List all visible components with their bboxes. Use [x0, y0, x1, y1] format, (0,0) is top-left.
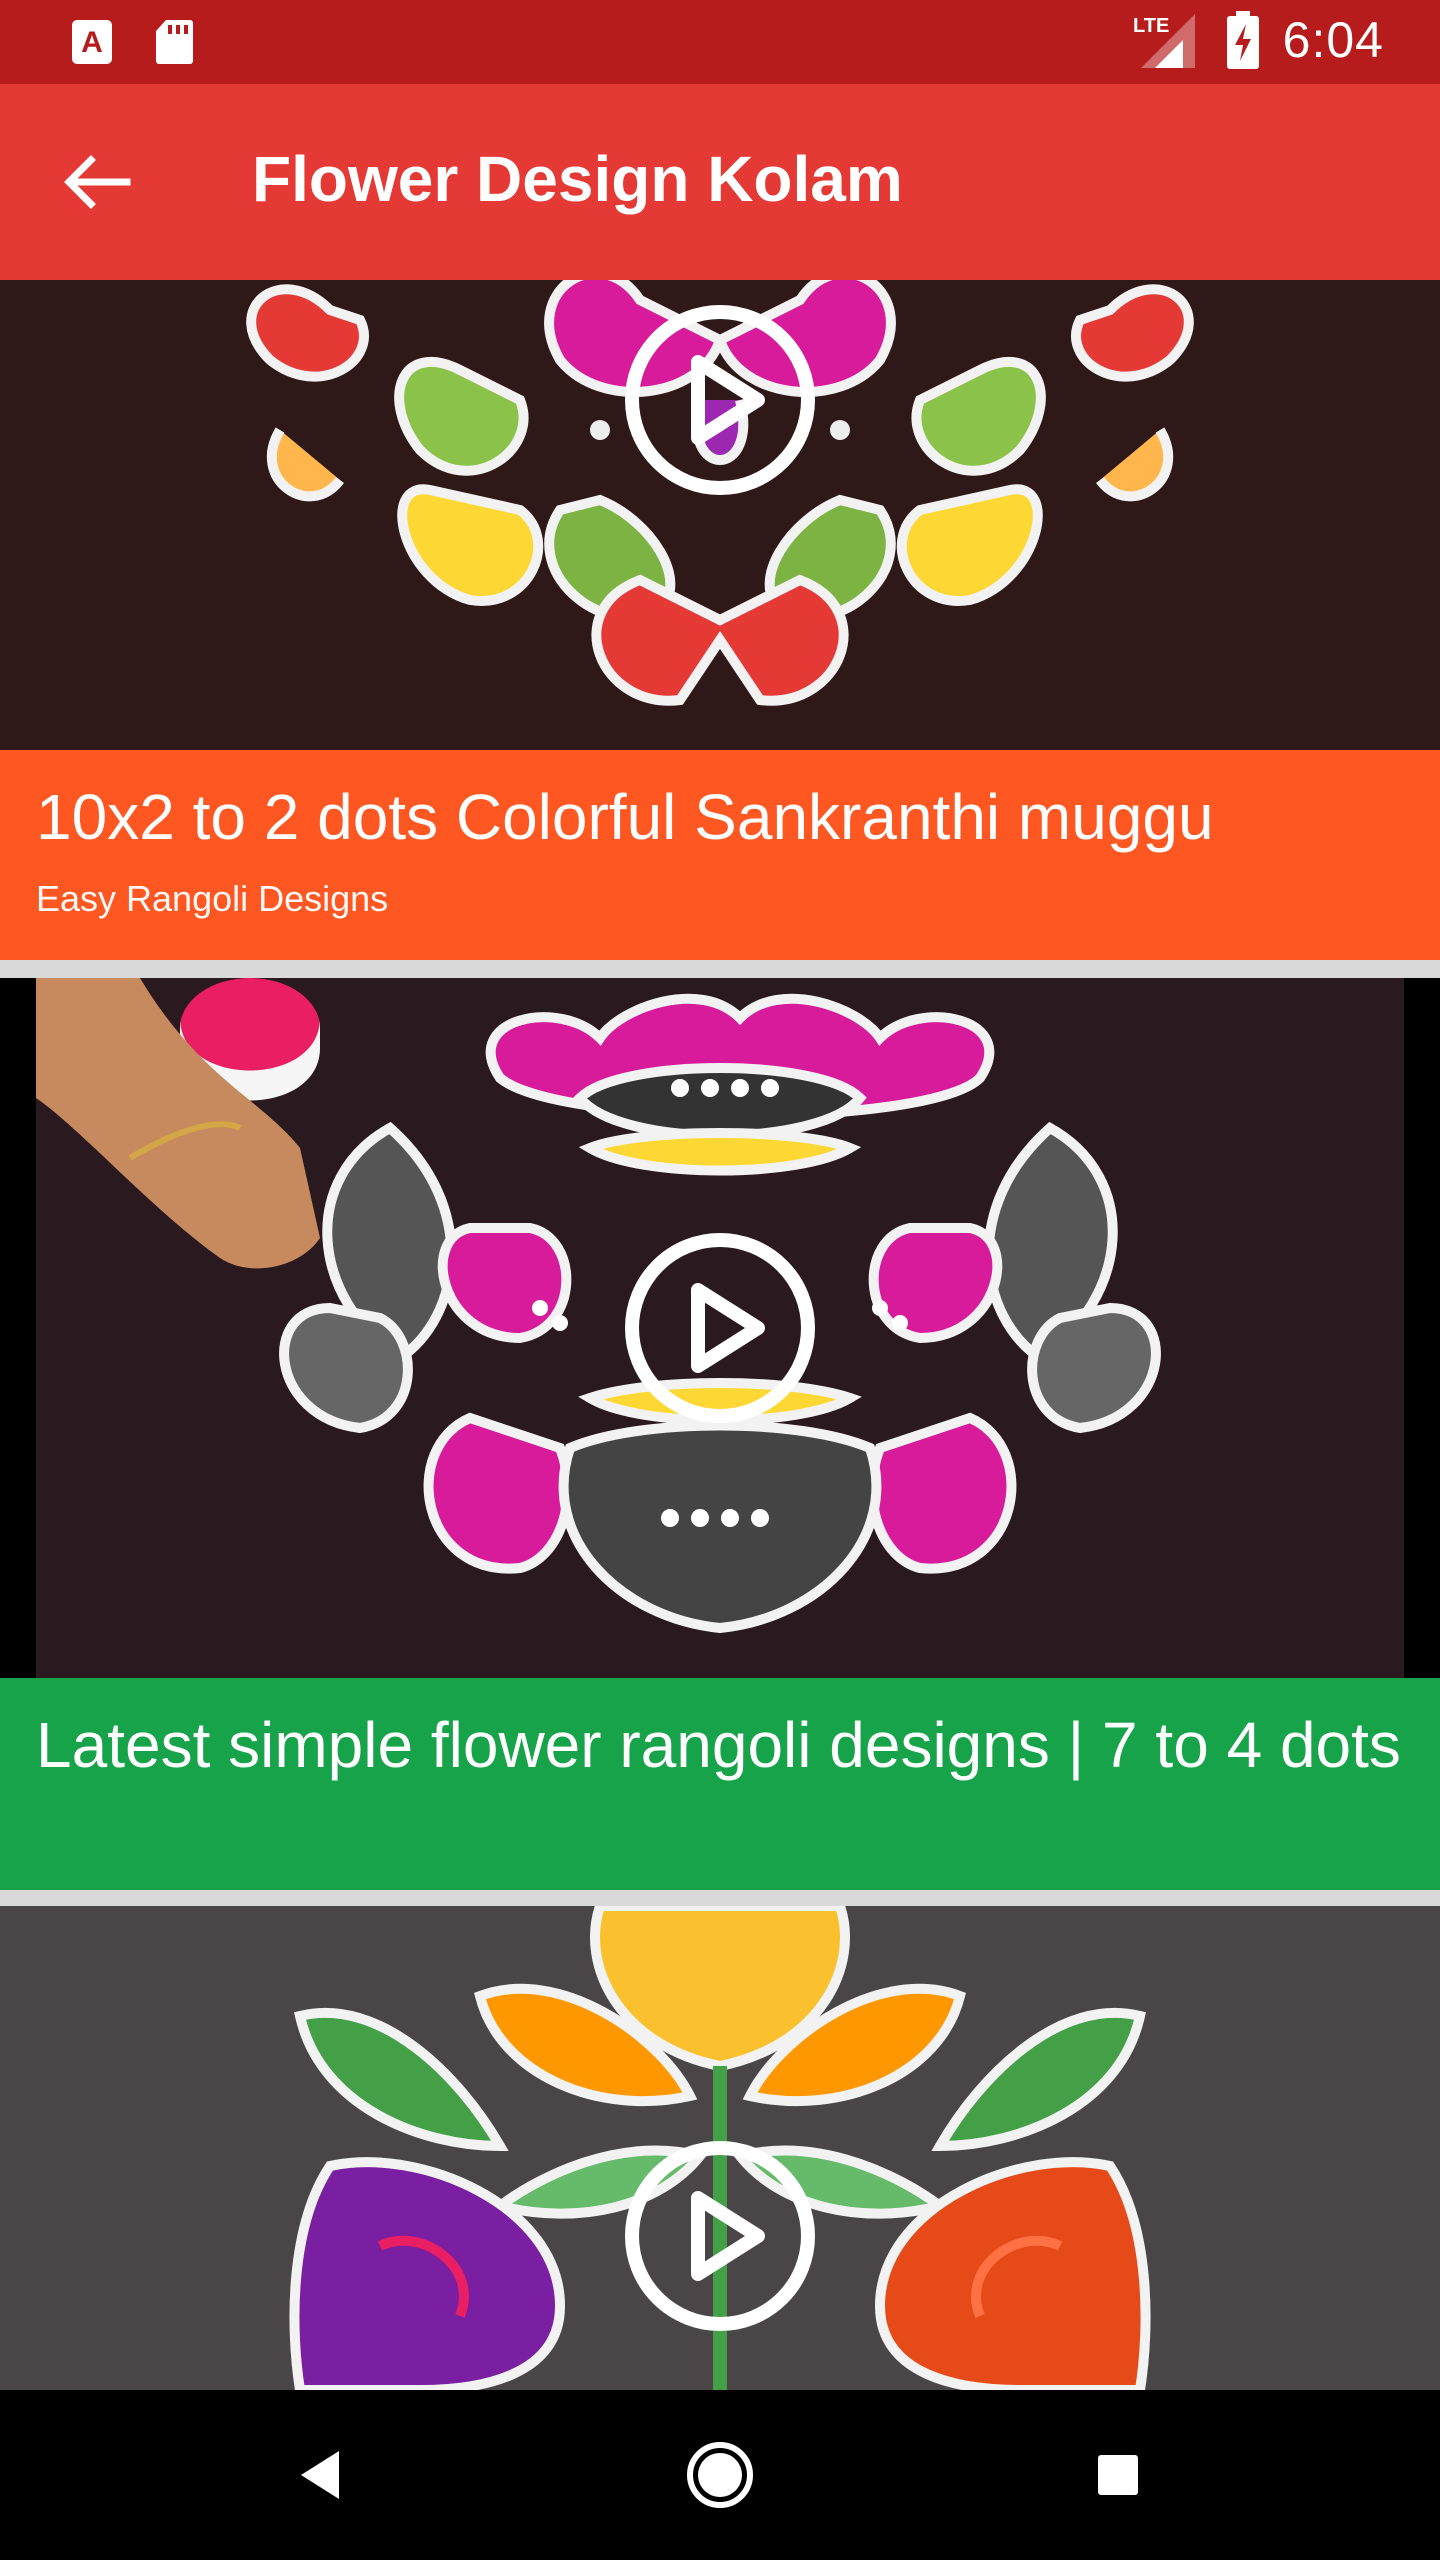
network-label: LTE	[1133, 15, 1169, 37]
video-card[interactable]: 10x2 to 2 dots Colorful Sankranthi muggu…	[0, 280, 1440, 960]
video-thumbnail[interactable]	[0, 1906, 1440, 2390]
play-icon[interactable]	[620, 1228, 820, 1428]
back-button[interactable]	[50, 136, 142, 228]
nav-back-icon	[301, 2451, 339, 2499]
video-card[interactable]	[0, 1906, 1440, 2390]
app-bar: Flower Design Kolam	[0, 84, 1440, 280]
channel-name: Easy Rangoli Designs	[36, 878, 389, 919]
lte-signal-icon: LTE	[1133, 14, 1195, 68]
nav-home-button[interactable]	[670, 2425, 770, 2525]
video-title: Latest simple flower rangoli designs | 7…	[36, 1709, 1401, 1781]
status-bar: A LTE 6:04	[0, 0, 1440, 84]
video-thumbnail[interactable]	[0, 280, 1440, 750]
nav-recents-button[interactable]	[1068, 2425, 1168, 2525]
navigation-bar	[0, 2390, 1440, 2560]
svg-text:A: A	[81, 26, 103, 59]
status-time: 6:04	[1282, 12, 1384, 68]
video-list[interactable]: 10x2 to 2 dots Colorful Sankranthi muggu…	[0, 280, 1440, 2390]
video-card[interactable]: Latest simple flower rangoli designs | 7…	[0, 978, 1440, 1890]
sd-card-icon	[156, 20, 193, 64]
text-a-icon: A	[72, 20, 112, 64]
battery-charging-icon	[1226, 11, 1259, 69]
nav-home-icon	[687, 2442, 753, 2508]
video-title: 10x2 to 2 dots Colorful Sankranthi muggu	[36, 781, 1214, 853]
video-thumbnail[interactable]	[0, 978, 1440, 1678]
arrow-back-icon	[64, 155, 131, 209]
video-caption[interactable]: 10x2 to 2 dots Colorful Sankranthi muggu…	[0, 750, 1440, 960]
page-title: Flower Design Kolam	[252, 143, 903, 215]
nav-recents-icon	[1098, 2455, 1138, 2495]
play-icon[interactable]	[620, 2136, 820, 2336]
nav-back-button[interactable]	[270, 2425, 370, 2525]
play-icon[interactable]	[620, 300, 820, 500]
video-caption[interactable]: Latest simple flower rangoli designs | 7…	[0, 1678, 1440, 1890]
